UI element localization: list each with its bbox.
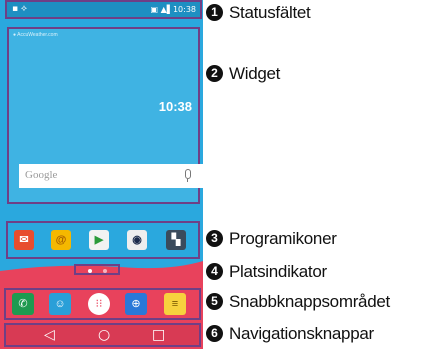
callout-label: Programikoner bbox=[229, 229, 337, 248]
phone-screen: ▪ ⟡ ▣ ▲▌10:38 ● AccuWeather.com 10:38 Go… bbox=[0, 0, 203, 349]
weather-widget[interactable]: ● AccuWeather.com 10:38 Google bbox=[7, 27, 203, 204]
callout-label: Widget bbox=[229, 64, 281, 83]
browser-icon[interactable]: ⊕ bbox=[125, 293, 147, 315]
callout-number: 2 bbox=[206, 65, 223, 82]
back-icon[interactable]: ◁ bbox=[44, 327, 55, 343]
callout-number: 4 bbox=[206, 263, 223, 280]
callout-label: Platsindikator bbox=[229, 262, 327, 281]
widget-source: ● AccuWeather.com bbox=[13, 32, 58, 38]
app-icons-row: ✉ @ ▶ ◉ ▚ bbox=[6, 221, 200, 259]
callout-label: Snabbknappsområdet bbox=[229, 292, 390, 311]
status-indicators: ▣ ▲▌10:38 bbox=[150, 5, 196, 14]
recent-apps-icon[interactable]: □ bbox=[152, 327, 165, 343]
email-app-icon[interactable]: @ bbox=[51, 230, 71, 250]
phone-icon[interactable]: ✆ bbox=[12, 293, 34, 315]
page-dot bbox=[103, 269, 107, 273]
page-indicator[interactable] bbox=[74, 264, 120, 275]
apps-drawer-icon[interactable]: ⁝⁝ bbox=[88, 293, 110, 315]
callout-number: 3 bbox=[206, 230, 223, 247]
notification-icons: ▪ ⟡ bbox=[12, 4, 27, 14]
page-dot-active bbox=[88, 269, 92, 273]
callout-label: Navigationsknappar bbox=[229, 324, 374, 343]
callout-label: Statusfältet bbox=[229, 3, 311, 22]
search-placeholder: Google bbox=[25, 169, 58, 181]
google-search-bar[interactable]: Google bbox=[19, 164, 203, 188]
play-store-icon[interactable]: ▶ bbox=[89, 230, 109, 250]
contacts-icon[interactable]: ☺ bbox=[49, 293, 71, 315]
navigation-bar: ◁ ○ □ bbox=[4, 323, 201, 347]
callout-number: 1 bbox=[206, 4, 223, 21]
callout-number: 5 bbox=[206, 293, 223, 310]
home-icon[interactable]: ○ bbox=[98, 327, 110, 343]
status-bar: ▪ ⟡ ▣ ▲▌10:38 bbox=[5, 0, 202, 19]
quick-keys-area: ✆ ☺ ⁝⁝ ⊕ ≡ bbox=[4, 288, 201, 320]
mail-app-icon[interactable]: ✉ bbox=[14, 230, 34, 250]
app-grid-icon[interactable]: ▚ bbox=[166, 230, 186, 250]
widget-time: 10:38 bbox=[158, 99, 192, 114]
microphone-icon[interactable] bbox=[185, 169, 191, 182]
callout-number: 6 bbox=[206, 325, 223, 342]
messaging-icon[interactable]: ≡ bbox=[164, 293, 186, 315]
camera-app-icon[interactable]: ◉ bbox=[127, 230, 147, 250]
